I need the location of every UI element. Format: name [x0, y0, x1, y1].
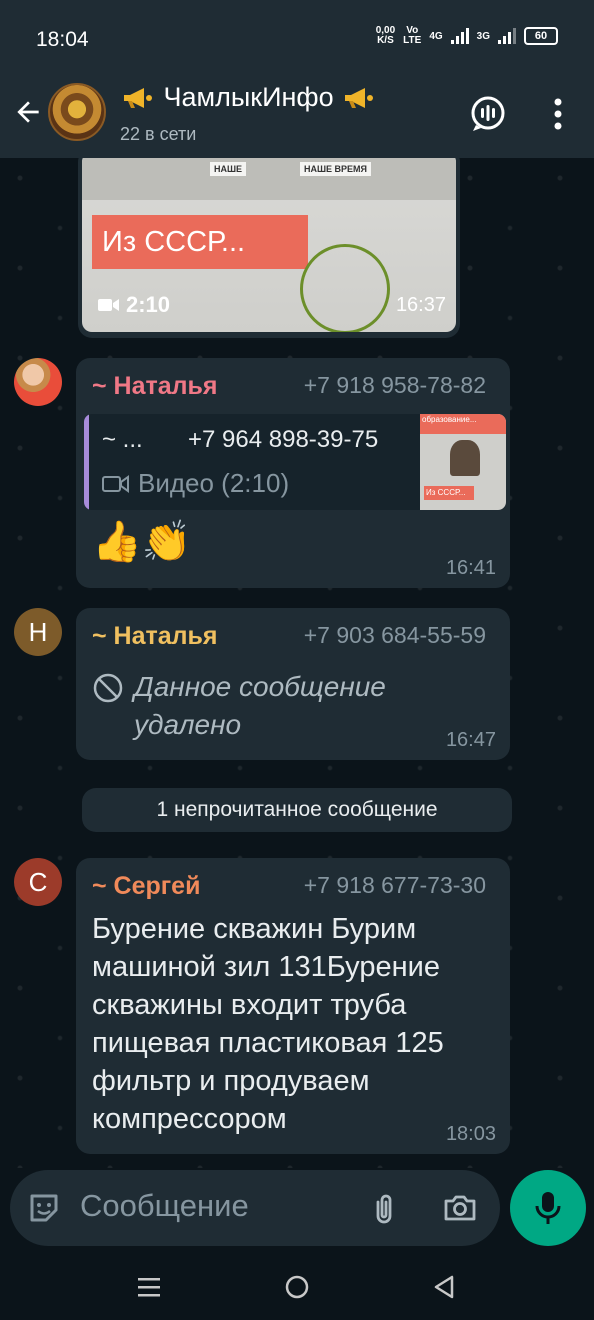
sender-name[interactable]: ~ Наталья	[92, 372, 218, 401]
mic-icon	[535, 1192, 561, 1224]
chat-title[interactable]: ЧамлыкИнфо	[120, 82, 377, 113]
emoji-message: 👍👏	[92, 520, 192, 564]
signal-4g-label: 4G	[429, 30, 443, 42]
group-avatar[interactable]	[48, 83, 106, 141]
megaphone-icon	[124, 88, 152, 108]
reply-message[interactable]: ~ Наталья +7 918 958-78-82 ~ ... +7 964 …	[76, 358, 510, 588]
sender-phone: +7 918 958-78-82	[303, 372, 486, 398]
reply-thumb-caption: образование...	[420, 414, 506, 434]
video-message[interactable]: НАШЕ НАШЕ ВРЕМЯ Из СССР... 2:10 16:37	[78, 158, 460, 338]
avatar[interactable]: С	[14, 858, 62, 906]
volte-indicator: Vo LTE	[403, 26, 421, 46]
status-indicators: 0,00 K/S Vo LTE 4G 3G 60	[376, 26, 558, 46]
status-bar: 18:04 0,00 K/S Vo LTE 4G 3G 60	[0, 0, 594, 78]
video-duration-text: 2:10	[126, 292, 171, 317]
back-arrow-icon[interactable]	[12, 96, 44, 128]
back-triangle-icon[interactable]	[430, 1272, 460, 1302]
network-speed: 0,00 K/S	[376, 26, 395, 46]
deleted-message-text: Данное сообщение удалено	[134, 671, 386, 740]
unread-divider: 1 непрочитанное сообщение	[82, 788, 512, 832]
avatar[interactable]: Н	[14, 608, 62, 656]
camera-icon[interactable]	[442, 1190, 478, 1226]
message-text: Бурение скважин Бурим машиной зил 131Бур…	[92, 913, 444, 1135]
network-speed-unit: K/S	[377, 35, 394, 46]
recent-apps-icon[interactable]	[134, 1272, 164, 1302]
video-thumb-sign: НАШЕ ВРЕМЯ	[300, 162, 372, 176]
sender-row: ~ Сергей +7 918 677-73-30	[92, 872, 494, 900]
reply-accent-bar	[84, 414, 89, 510]
message-time: 16:41	[445, 557, 496, 579]
chat-header: ЧамлыкИнфо 22 в сети	[0, 78, 594, 158]
megaphone-icon	[345, 88, 374, 108]
reply-thumb-label: Из СССР...	[424, 486, 474, 500]
deleted-message[interactable]: ~ Наталья +7 903 684-55-59 Данное сообще…	[76, 608, 510, 760]
reply-sender-name: ~ ...	[102, 426, 143, 453]
signal-3g-label: 3G	[476, 30, 490, 42]
attach-icon[interactable]	[366, 1190, 402, 1226]
reply-preview[interactable]: ~ ... +7 964 898-39-75 Видео (2:10) обра…	[84, 414, 506, 510]
home-icon[interactable]	[282, 1272, 312, 1302]
video-thumb-sign: НАШЕ	[210, 162, 247, 176]
reply-thumbnail: образование... Из СССР...	[420, 414, 506, 510]
message-time: 18:03	[445, 1123, 496, 1145]
status-time: 18:04	[36, 28, 89, 51]
sender-name[interactable]: ~ Сергей	[92, 872, 200, 901]
volte-bottom: LTE	[403, 35, 422, 46]
video-thumb-label: Из СССР...	[92, 215, 308, 269]
video-thumbnail[interactable]: НАШЕ НАШЕ ВРЕМЯ Из СССР... 2:10 16:37	[82, 158, 456, 332]
reply-thumb-person	[450, 440, 480, 476]
message-time: 16:37	[395, 294, 446, 316]
chat-area[interactable]: НАШЕ НАШЕ ВРЕМЯ Из СССР... 2:10 16:37 ~ …	[0, 158, 594, 1168]
sticker-icon[interactable]	[26, 1190, 62, 1226]
reply-media-label: Видео (2:10)	[138, 468, 290, 498]
mic-button[interactable]	[510, 1170, 586, 1246]
deleted-row: Данное сообщение удалено	[92, 668, 434, 744]
video-camera-icon	[102, 474, 129, 493]
flower-wreath-decoration	[300, 244, 390, 332]
blocked-icon	[93, 673, 123, 703]
message-composer: Сообщение	[10, 1170, 500, 1246]
chat-title-text: ЧамлыкИнфо	[163, 82, 334, 112]
sender-row: ~ Наталья +7 903 684-55-59	[92, 622, 494, 650]
video-camera-icon	[98, 299, 119, 311]
sender-phone: +7 903 684-55-59	[303, 622, 486, 648]
message-time: 16:47	[445, 729, 496, 751]
video-thumb-background	[82, 158, 456, 200]
avatar[interactable]	[14, 358, 62, 406]
reply-media-type: Видео (2:10)	[102, 468, 289, 499]
more-vert-icon[interactable]	[538, 94, 578, 134]
signal-3g-icon	[498, 28, 516, 44]
message-input[interactable]: Сообщение	[80, 1188, 249, 1224]
online-count: 22 в сети	[120, 124, 197, 144]
video-duration: 2:10	[98, 292, 170, 318]
sender-row: ~ Наталья +7 918 958-78-82	[92, 372, 494, 400]
battery-icon: 60	[524, 27, 558, 45]
text-message[interactable]: ~ Сергей +7 918 677-73-30 Бурение скважи…	[76, 858, 510, 1154]
signal-4g-icon	[450, 28, 469, 44]
reply-sender-phone: +7 964 898-39-75	[188, 426, 379, 453]
sender-name[interactable]: ~ Наталья	[92, 622, 218, 651]
system-nav-bar	[0, 1256, 594, 1320]
voice-chat-icon[interactable]	[468, 94, 508, 134]
sender-phone: +7 918 677-73-30	[303, 872, 486, 898]
